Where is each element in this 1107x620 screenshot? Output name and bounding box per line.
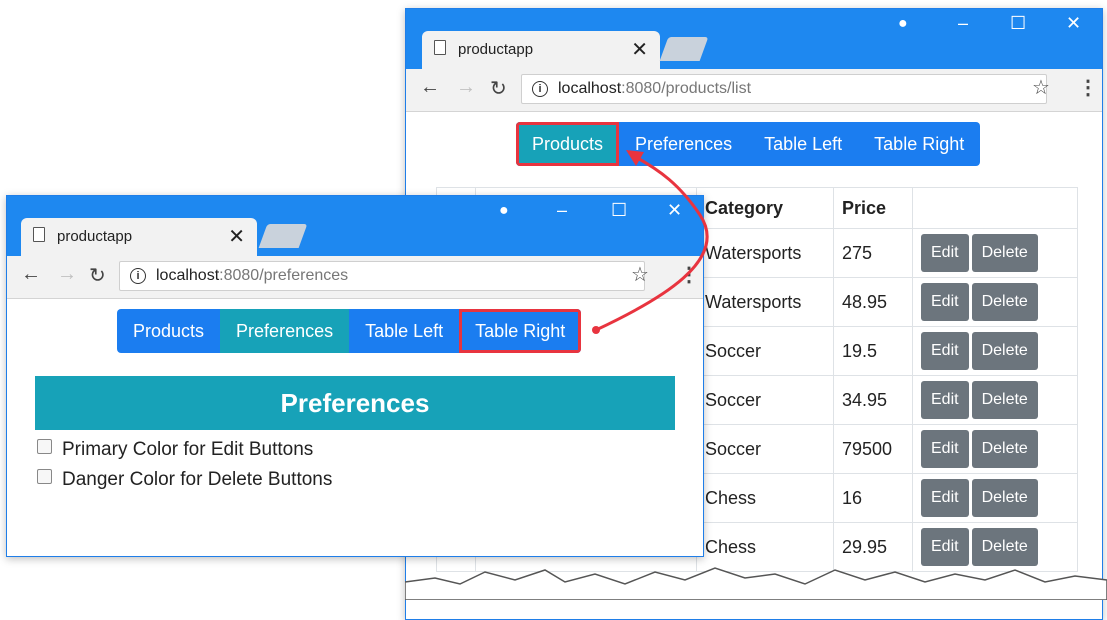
edit-button[interactable]: Edit bbox=[921, 234, 969, 272]
danger-color-option[interactable]: Danger Color for Delete Buttons bbox=[37, 469, 332, 491]
nav-preferences[interactable]: Preferences bbox=[220, 309, 350, 353]
address-bar[interactable]: i localhost:8080/preferences bbox=[119, 261, 645, 291]
delete-button[interactable]: Delete bbox=[971, 479, 1038, 517]
category-header: Category bbox=[696, 187, 834, 229]
category-cell: Soccer bbox=[696, 375, 834, 425]
new-tab-button[interactable] bbox=[258, 224, 308, 248]
price-cell: 19.5 bbox=[833, 326, 913, 376]
actions-cell: Edit Delete bbox=[912, 277, 1078, 327]
tab-title: productapp bbox=[458, 41, 534, 58]
browser-toolbar: ← → ↻ i localhost:8080/preferences ☆ ⋮ bbox=[7, 256, 703, 299]
user-icon[interactable]: ● bbox=[499, 202, 509, 220]
torn-edge-decoration bbox=[405, 567, 1107, 600]
category-cell: Soccer bbox=[696, 326, 834, 376]
price-header: Price bbox=[833, 187, 913, 229]
danger-color-checkbox[interactable] bbox=[37, 469, 52, 484]
category-cell: Chess bbox=[696, 473, 834, 523]
actions-cell: Edit Delete bbox=[912, 424, 1078, 474]
minimize-icon[interactable]: – bbox=[557, 200, 567, 221]
delete-button[interactable]: Delete bbox=[971, 332, 1038, 370]
forward-arrow-icon[interactable]: → bbox=[57, 263, 77, 286]
url-text: localhost:8080/products/list bbox=[558, 80, 752, 97]
browser-toolbar: ← → ↻ i localhost:8080/products/list ☆ ⋮ bbox=[406, 69, 1102, 112]
url-text: localhost:8080/preferences bbox=[156, 267, 349, 284]
page-content: Products Preferences Table Left Table Ri… bbox=[7, 299, 703, 556]
nav-table-right[interactable]: Table Right bbox=[858, 122, 980, 166]
nav-table-left[interactable]: Table Left bbox=[349, 309, 459, 353]
price-cell: 79500 bbox=[833, 424, 913, 474]
browser-tab[interactable]: productapp ✕ bbox=[21, 218, 257, 256]
new-tab-button[interactable] bbox=[659, 37, 709, 61]
page-icon bbox=[434, 40, 446, 55]
page-icon bbox=[33, 227, 45, 242]
close-tab-icon[interactable]: ✕ bbox=[631, 37, 648, 62]
nav-table-right[interactable]: Table Right bbox=[459, 309, 582, 353]
actions-cell: Edit Delete bbox=[912, 375, 1078, 425]
back-arrow-icon[interactable]: ← bbox=[420, 76, 440, 99]
price-cell: 34.95 bbox=[833, 375, 913, 425]
category-cell: Watersports bbox=[696, 277, 834, 327]
reload-icon[interactable]: ↻ bbox=[89, 263, 106, 288]
forward-arrow-icon[interactable]: → bbox=[456, 76, 476, 99]
checkbox-label: Danger Color for Delete Buttons bbox=[62, 469, 333, 490]
edit-button[interactable]: Edit bbox=[921, 381, 969, 419]
maximize-icon[interactable]: ☐ bbox=[1010, 13, 1026, 34]
user-icon[interactable]: ● bbox=[898, 15, 908, 33]
browser-window-preferences: productapp ✕ ● – ☐ ✕ ← → ↻ i localhost:8… bbox=[6, 195, 704, 557]
address-bar[interactable]: i localhost:8080/products/list bbox=[521, 74, 1047, 104]
actions-cell: Edit Delete bbox=[912, 326, 1078, 376]
category-cell: Soccer bbox=[696, 424, 834, 474]
star-icon[interactable]: ☆ bbox=[1032, 75, 1050, 100]
delete-button[interactable]: Delete bbox=[971, 430, 1038, 468]
close-tab-icon[interactable]: ✕ bbox=[228, 224, 245, 249]
nav-bar: Products Preferences Table Left Table Ri… bbox=[516, 122, 981, 166]
price-cell: 275 bbox=[833, 228, 913, 278]
info-icon[interactable]: i bbox=[532, 81, 548, 97]
nav-preferences[interactable]: Preferences bbox=[619, 122, 748, 166]
price-cell: 16 bbox=[833, 473, 913, 523]
actions-header bbox=[912, 187, 1078, 229]
edit-button[interactable]: Edit bbox=[921, 430, 969, 468]
title-bar: productapp ✕ ● – ☐ ✕ bbox=[406, 9, 1102, 69]
menu-icon[interactable]: ⋮ bbox=[1078, 75, 1098, 100]
price-cell: 48.95 bbox=[833, 277, 913, 327]
actions-cell: Edit Delete bbox=[912, 228, 1078, 278]
delete-button[interactable]: Delete bbox=[971, 234, 1038, 272]
primary-color-checkbox[interactable] bbox=[37, 439, 52, 454]
minimize-icon[interactable]: – bbox=[958, 13, 968, 34]
close-window-icon[interactable]: ✕ bbox=[667, 200, 682, 221]
nav-table-left[interactable]: Table Left bbox=[748, 122, 858, 166]
edit-button[interactable]: Edit bbox=[921, 283, 969, 321]
checkbox-label: Primary Color for Edit Buttons bbox=[62, 439, 314, 460]
info-icon[interactable]: i bbox=[130, 268, 146, 284]
nav-products[interactable]: Products bbox=[117, 309, 220, 353]
menu-icon[interactable]: ⋮ bbox=[679, 262, 699, 287]
reload-icon[interactable]: ↻ bbox=[490, 76, 507, 101]
primary-color-option[interactable]: Primary Color for Edit Buttons bbox=[37, 439, 313, 461]
nav-bar: Products Preferences Table Left Table Ri… bbox=[117, 309, 582, 353]
actions-cell: Edit Delete bbox=[912, 473, 1078, 523]
star-icon[interactable]: ☆ bbox=[631, 262, 649, 287]
delete-button[interactable]: Delete bbox=[971, 283, 1038, 321]
close-window-icon[interactable]: ✕ bbox=[1066, 13, 1081, 34]
title-bar: productapp ✕ ● – ☐ ✕ bbox=[7, 196, 703, 256]
edit-button[interactable]: Edit bbox=[921, 332, 969, 370]
page-title: Preferences bbox=[35, 376, 675, 430]
tab-title: productapp bbox=[57, 228, 133, 245]
edit-button[interactable]: Edit bbox=[921, 479, 969, 517]
delete-button[interactable]: Delete bbox=[971, 381, 1038, 419]
maximize-icon[interactable]: ☐ bbox=[611, 200, 627, 221]
category-cell: Watersports bbox=[696, 228, 834, 278]
nav-products[interactable]: Products bbox=[516, 122, 620, 166]
browser-tab[interactable]: productapp ✕ bbox=[422, 31, 660, 69]
back-arrow-icon[interactable]: ← bbox=[21, 263, 41, 286]
